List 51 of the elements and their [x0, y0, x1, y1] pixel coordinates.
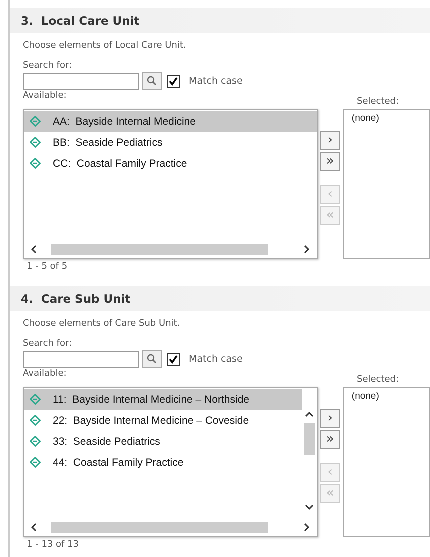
search-label: Search for:: [23, 61, 74, 71]
diamond-icon: [30, 436, 41, 447]
match-case-label: Match case: [189, 76, 243, 86]
list-item[interactable]: 22: Bayside Internal Medicine – Coveside: [24, 410, 302, 431]
list-item[interactable]: 11: Bayside Internal Medicine – Northside: [24, 389, 302, 410]
diamond-icon: [30, 116, 41, 127]
search-label: Search for:: [23, 339, 74, 349]
move-button[interactable]: »: [320, 430, 340, 449]
selected-item: (none): [352, 113, 380, 124]
list-item[interactable]: 44: Coastal Family Practice: [24, 452, 302, 473]
pager-text: 1 - 13 of 13: [27, 540, 80, 550]
diamond-icon: [30, 415, 41, 426]
section-description: Choose elements of Care Sub Unit.: [23, 319, 182, 329]
selected-label: Selected:: [357, 97, 400, 107]
scroll-down-icon[interactable]: [304, 503, 314, 512]
scrollbar-thumb[interactable]: [304, 423, 315, 455]
section-header: 4. Care Sub Unit: [10, 286, 430, 311]
available-label: Available:: [23, 369, 67, 379]
diamond-icon: [30, 394, 41, 405]
search-icon: [147, 76, 157, 86]
match-case-checkbox[interactable]: [167, 74, 180, 88]
search-field[interactable]: [23, 72, 139, 90]
scroll-right-icon[interactable]: [302, 522, 311, 532]
move-button[interactable]: ›: [320, 131, 340, 150]
list-item[interactable]: 33: Seaside Pediatrics: [24, 431, 302, 452]
move-button[interactable]: »: [320, 152, 340, 171]
diamond-icon: [30, 158, 41, 169]
search-button[interactable]: [142, 350, 162, 368]
search-button[interactable]: [142, 72, 162, 90]
diamond-icon: [30, 457, 41, 468]
scroll-up-icon[interactable]: [304, 410, 314, 419]
section-header: 3. Local Care Unit: [10, 8, 430, 33]
list-item[interactable]: BB: Seaside Pediatrics: [24, 132, 317, 153]
selected-label: Selected:: [357, 375, 400, 385]
section-description: Choose elements of Local Care Unit.: [23, 41, 188, 51]
scrollbar-thumb[interactable]: [51, 244, 268, 254]
search-icon: [147, 354, 157, 364]
move-button[interactable]: ›: [320, 409, 340, 428]
list-item[interactable]: CC: Coastal Family Practice: [24, 153, 317, 174]
scroll-right-icon[interactable]: [302, 244, 311, 254]
pager-text: 1 - 5 of 5: [27, 262, 69, 272]
match-case-label: Match case: [189, 354, 243, 364]
list-item[interactable]: AA: Bayside Internal Medicine: [24, 111, 317, 132]
available-label: Available:: [23, 91, 67, 101]
match-case-checkbox[interactable]: [167, 352, 180, 366]
scrollbar-thumb[interactable]: [51, 522, 268, 532]
selected-item: (none): [352, 391, 380, 402]
diamond-icon: [30, 137, 41, 148]
scroll-left-icon[interactable]: [30, 244, 39, 254]
scroll-left-icon[interactable]: [30, 522, 39, 532]
search-field[interactable]: [23, 350, 139, 368]
